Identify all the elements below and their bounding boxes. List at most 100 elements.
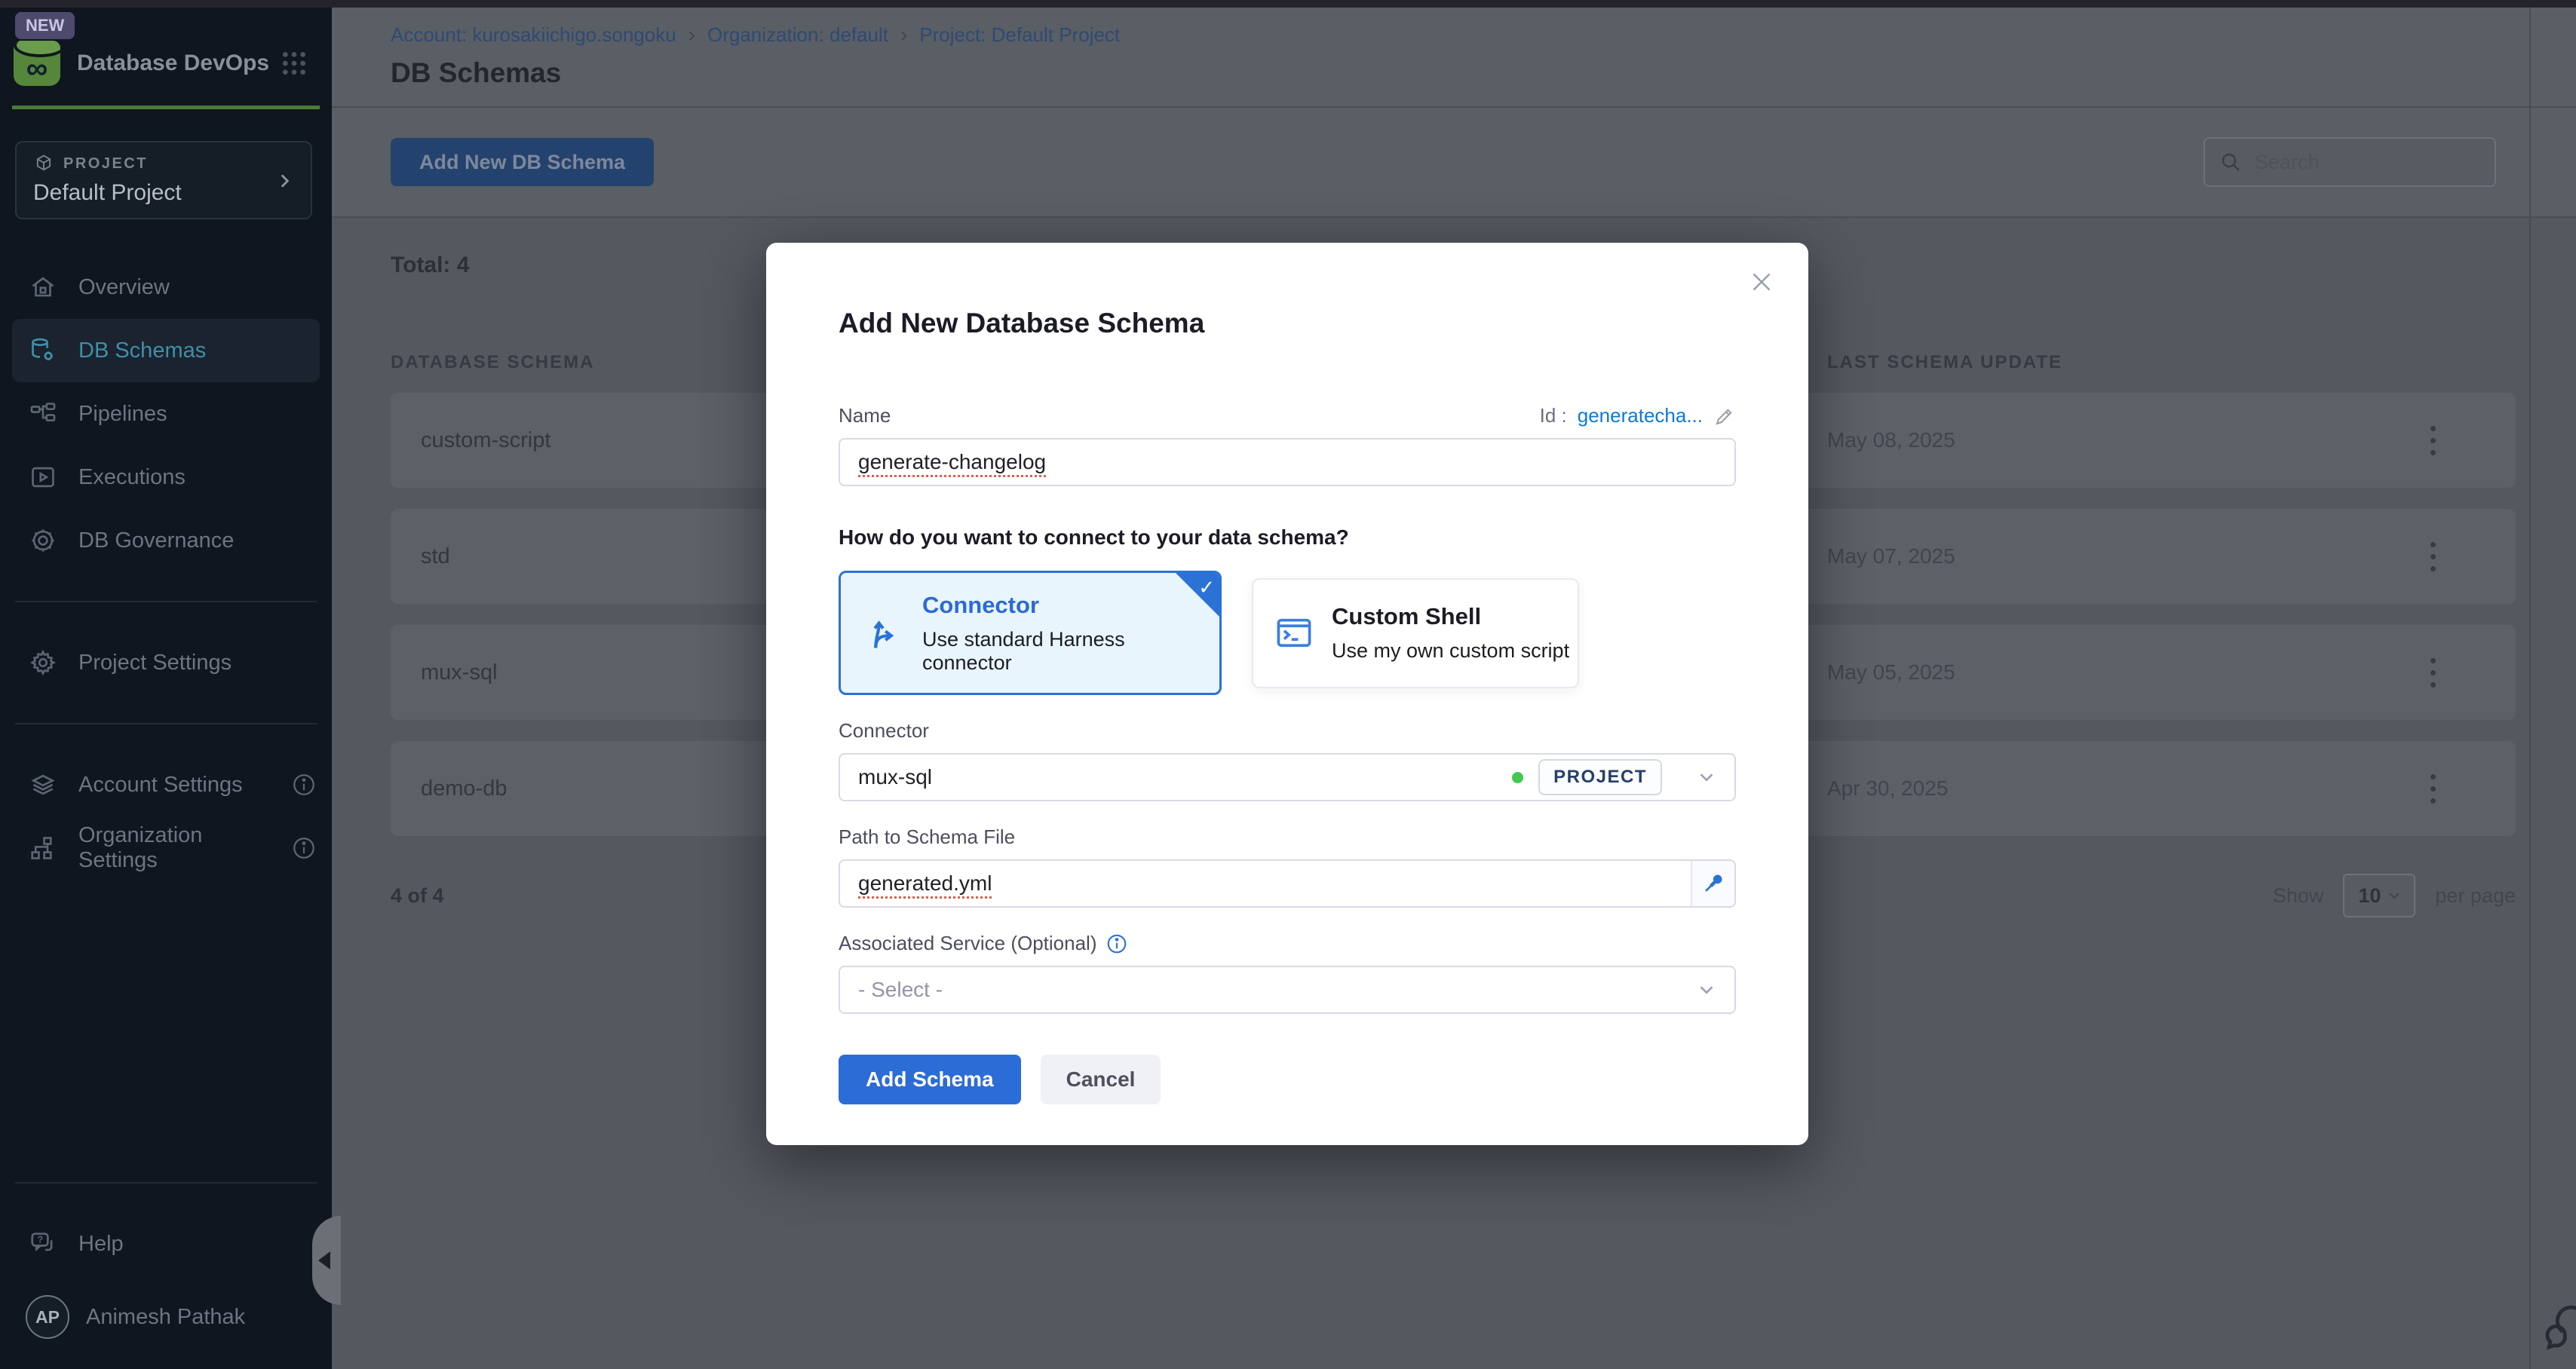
breadcrumb-organization[interactable]: Organization: default — [707, 23, 888, 47]
per-page-label: per page — [2435, 884, 2516, 908]
user-name: Animesh Pathak — [86, 1305, 245, 1330]
sidebar-item-account-settings[interactable]: Account Settings — [0, 753, 332, 816]
add-new-db-schema-button[interactable]: Add New DB Schema — [391, 138, 654, 186]
scope-badge: PROJECT — [1538, 759, 1662, 795]
sidebar-item-organization-settings[interactable]: Organization Settings — [0, 816, 332, 880]
module-grid-icon[interactable] — [279, 48, 309, 78]
user-profile[interactable]: AP Animesh Pathak — [0, 1295, 332, 1369]
sidebar-item-label: Overview — [78, 275, 170, 300]
chat-bubbles-icon[interactable] — [2537, 1298, 2576, 1357]
sidebar-divider — [15, 723, 317, 724]
edit-pencil-icon[interactable] — [1713, 405, 1736, 427]
service-placeholder: - Select - — [858, 978, 943, 1002]
connector-select[interactable]: mux-sql PROJECT — [839, 753, 1736, 801]
sidebar-item-label: DB Governance — [78, 528, 234, 553]
breadcrumb-separator: › — [900, 23, 907, 47]
option-desc: Use standard Harness connector — [922, 628, 1219, 675]
info-icon[interactable] — [291, 772, 317, 798]
name-input[interactable]: generate-changelog — [839, 438, 1736, 486]
sidebar-item-label: Help — [78, 1232, 124, 1257]
check-icon: ✓ — [1198, 576, 1215, 599]
governance-gear-icon — [29, 526, 57, 555]
brand-block: NEW ∞ Database DevOps — [0, 8, 332, 86]
row-menu-kebab-icon[interactable] — [2410, 774, 2455, 804]
sidebar-divider — [15, 1182, 317, 1184]
schema-last-update: May 05, 2025 — [1827, 660, 2380, 684]
close-icon[interactable] — [1748, 268, 1775, 296]
info-icon[interactable] — [291, 835, 317, 861]
sidebar-item-db-schemas[interactable]: DB Schemas — [12, 319, 320, 382]
right-rail — [2529, 8, 2576, 1369]
id-prefix: Id : — [1540, 404, 1567, 427]
chevron-right-icon — [274, 171, 294, 191]
page-size-select[interactable]: 10 — [2343, 874, 2415, 917]
option-card-custom-shell[interactable]: Custom Shell Use my own custom script — [1252, 578, 1579, 688]
cancel-button[interactable]: Cancel — [1041, 1055, 1161, 1104]
sidebar-item-project-settings[interactable]: Project Settings — [0, 631, 332, 694]
breadcrumb: Account: kurosakiichigo.songoku › Organi… — [391, 23, 2576, 47]
page-size-value: 10 — [2358, 884, 2381, 908]
chevron-down-icon — [2385, 887, 2403, 905]
modal-title: Add New Database Schema — [839, 243, 1736, 339]
status-green-dot — [1512, 772, 1523, 783]
schema-last-update: May 07, 2025 — [1827, 544, 2380, 568]
row-menu-kebab-icon[interactable] — [2410, 426, 2455, 455]
project-scope-label: PROJECT — [63, 155, 148, 173]
id-value-link[interactable]: generatecha... — [1578, 404, 1703, 427]
project-selector[interactable]: PROJECT Default Project — [15, 141, 312, 219]
collapse-arrow-icon — [318, 1251, 330, 1269]
search-box[interactable] — [2203, 137, 2496, 187]
schema-last-update: May 08, 2025 — [1827, 428, 2380, 452]
option-desc: Use my own custom script — [1332, 639, 1569, 663]
terminal-icon — [1274, 614, 1314, 653]
help-chat-icon: ? — [29, 1230, 57, 1258]
name-input-value: generate-changelog — [858, 450, 1046, 474]
new-badge: NEW — [15, 12, 75, 39]
project-name: Default Project — [33, 180, 296, 206]
schema-last-update: Apr 30, 2025 — [1827, 776, 2380, 801]
row-menu-kebab-icon[interactable] — [2410, 542, 2455, 571]
service-label: Associated Service (Optional) — [839, 932, 1096, 955]
sidebar: NEW ∞ Database DevOps — [0, 8, 332, 1369]
sidebar-item-executions[interactable]: Executions — [0, 446, 332, 509]
settings-gear-icon — [29, 648, 57, 677]
sidebar-item-label: DB Schemas — [78, 338, 206, 363]
option-card-connector[interactable]: ✓ Connector Use standard Harness connect… — [839, 571, 1222, 695]
sidebar-collapse-handle[interactable] — [312, 1216, 341, 1305]
browser-top-strip — [0, 0, 2576, 8]
pipelines-icon — [29, 400, 57, 428]
home-icon — [29, 273, 57, 302]
sidebar-item-help[interactable]: ? Help — [0, 1212, 332, 1276]
sidebar-item-label: Organization Settings — [78, 823, 270, 873]
sidebar-item-db-governance[interactable]: DB Governance — [0, 509, 332, 572]
sidebar-nav: Overview DB Schemas — [0, 256, 332, 572]
breadcrumb-project[interactable]: Project: Default Project — [919, 23, 1120, 47]
breadcrumb-separator: › — [688, 23, 695, 47]
add-schema-modal: Add New Database Schema Name Id : genera… — [766, 243, 1808, 1145]
pagination-range: 4 of 4 — [391, 884, 444, 908]
connect-question: How do you want to connect to your data … — [839, 525, 1736, 550]
page-header: Account: kurosakiichigo.songoku › Organi… — [332, 8, 2576, 108]
database-devops-logo-icon: ∞ — [14, 41, 60, 86]
chevron-down-icon — [1695, 979, 1718, 1001]
layers-gear-icon — [29, 770, 57, 799]
path-input[interactable]: generated.yml — [839, 859, 1736, 908]
option-title: Custom Shell — [1332, 603, 1569, 630]
executions-icon — [29, 463, 57, 492]
chevron-down-icon — [1695, 766, 1718, 789]
app-title: Database DevOps — [77, 51, 269, 76]
sidebar-item-overview[interactable]: Overview — [0, 256, 332, 319]
info-icon[interactable] — [1106, 933, 1128, 955]
cube-icon — [33, 153, 54, 174]
page-title: DB Schemas — [391, 57, 2576, 89]
row-menu-kebab-icon[interactable] — [2410, 658, 2455, 688]
service-select[interactable]: - Select - — [839, 966, 1736, 1014]
search-input[interactable] — [2255, 151, 2481, 174]
connector-branch-icon — [863, 614, 903, 653]
breadcrumb-account[interactable]: Account: kurosakiichigo.songoku — [391, 23, 676, 47]
sidebar-item-pipelines[interactable]: Pipelines — [0, 382, 332, 446]
add-schema-button[interactable]: Add Schema — [839, 1055, 1021, 1104]
brand-divider — [12, 106, 320, 109]
pin-icon[interactable] — [1691, 861, 1734, 906]
path-label: Path to Schema File — [839, 825, 1736, 849]
